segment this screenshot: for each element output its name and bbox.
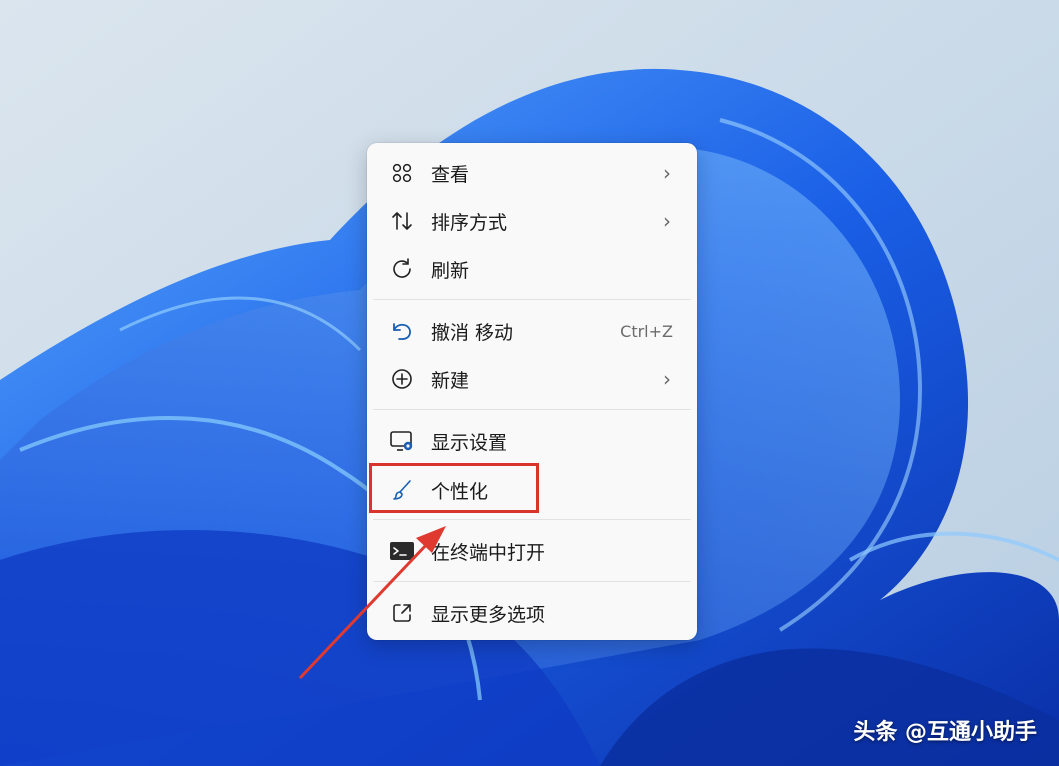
terminal-icon: [389, 538, 415, 564]
more-options-icon: [389, 600, 415, 626]
menu-item-open-in-terminal[interactable]: 在终端中打开: [373, 531, 691, 571]
chevron-right-icon: ›: [663, 209, 671, 233]
desktop-context-menu: 查看 › 排序方式 › 刷新 撤消 移动 Ctrl+Z 新建 › 显示设置 个性…: [367, 143, 697, 640]
menu-item-label: 排序方式: [431, 211, 508, 234]
menu-item-new[interactable]: 新建 ›: [373, 359, 691, 399]
menu-item-show-more-options[interactable]: 显示更多选项: [373, 593, 691, 633]
menu-separator: [373, 299, 691, 300]
chevron-right-icon: ›: [663, 367, 671, 391]
grid-icon: [389, 160, 415, 186]
menu-item-refresh[interactable]: 刷新: [373, 249, 691, 289]
watermark-text: 头条 @互通小助手: [853, 720, 1037, 745]
menu-item-sort[interactable]: 排序方式 ›: [373, 201, 691, 241]
menu-separator: [373, 581, 691, 582]
highlight-box: [369, 463, 539, 513]
menu-item-label: 新建: [431, 369, 470, 392]
menu-item-undo-move[interactable]: 撤消 移动 Ctrl+Z: [373, 311, 691, 351]
menu-item-label: 显示更多选项: [431, 603, 546, 626]
new-plus-icon: [389, 366, 415, 392]
menu-separator: [373, 409, 691, 410]
display-settings-icon: [389, 428, 415, 454]
menu-item-label: 在终端中打开: [431, 541, 546, 564]
sort-icon: [389, 208, 415, 234]
chevron-right-icon: ›: [663, 161, 671, 185]
menu-item-label: 查看: [431, 163, 470, 186]
menu-item-label: 撤消 移动: [431, 321, 514, 344]
shortcut-text: Ctrl+Z: [620, 321, 673, 341]
menu-item-label: 刷新: [431, 259, 470, 282]
refresh-icon: [389, 256, 415, 282]
undo-icon: [389, 318, 415, 344]
menu-separator: [373, 519, 691, 520]
menu-item-label: 显示设置: [431, 431, 508, 454]
menu-item-view[interactable]: 查看 ›: [373, 153, 691, 193]
menu-item-display-settings[interactable]: 显示设置: [373, 421, 691, 461]
